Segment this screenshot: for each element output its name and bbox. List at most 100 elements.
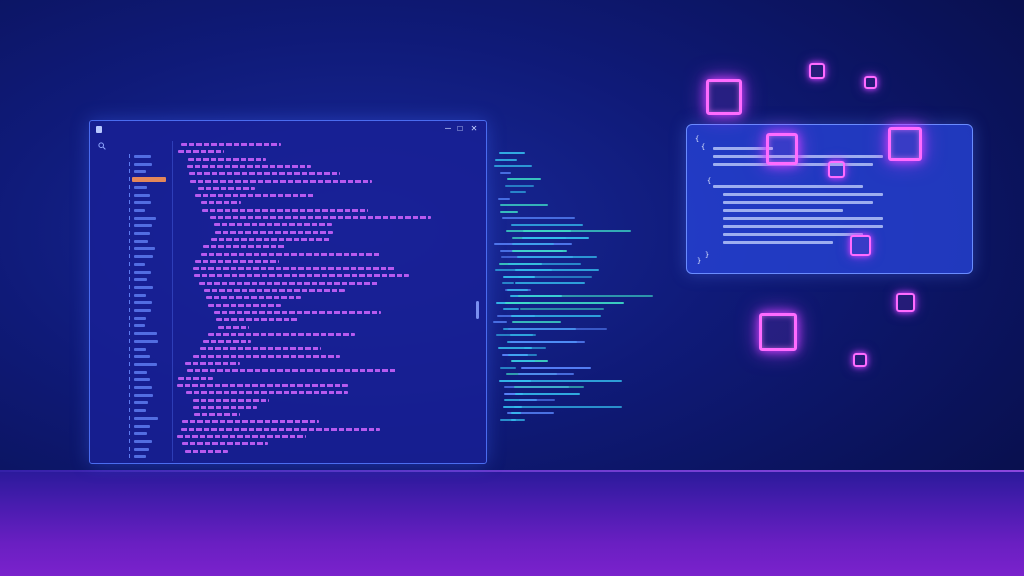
code-line: [194, 274, 409, 278]
code-editor-window[interactable]: — ☐ ✕: [89, 120, 487, 464]
sidebar-file-row[interactable]: [92, 330, 170, 337]
sidebar-file-row[interactable]: [92, 384, 170, 391]
code-line: [185, 362, 240, 365]
sidebar-file-row[interactable]: [92, 453, 170, 460]
floating-code-line: [515, 269, 599, 271]
sidebar-file-row[interactable]: [92, 161, 170, 168]
floating-code-line: [500, 204, 548, 206]
sidebar-file-row[interactable]: [92, 315, 170, 322]
glowing-cube: [888, 127, 922, 161]
sidebar-file-row[interactable]: [92, 184, 170, 191]
floor-glow: [0, 470, 1024, 576]
sidebar-file-row[interactable]: [92, 430, 170, 437]
sidebar-file-row[interactable]: [92, 207, 170, 214]
sidebar-file-row[interactable]: [92, 322, 170, 329]
maximize-button[interactable]: ☐: [457, 123, 463, 135]
code-editor-pane[interactable]: [174, 141, 480, 461]
floating-code-line: [523, 230, 631, 232]
sidebar-file-row[interactable]: [92, 353, 170, 360]
file-name-glyphs: [134, 378, 150, 382]
sidebar-file-row[interactable]: [92, 199, 170, 206]
code-line: [198, 186, 255, 190]
sidebar-file-row[interactable]: [92, 392, 170, 399]
sidebar-file-row[interactable]: [92, 284, 170, 291]
floating-code-line: [510, 379, 622, 382]
sidebar-file-row[interactable]: [92, 438, 170, 445]
sidebar-file-row[interactable]: [92, 269, 170, 276]
sidebar-file-row[interactable]: [92, 338, 170, 345]
sidebar-file-row[interactable]: [92, 168, 170, 175]
tree-guide: [129, 377, 133, 382]
floating-code-line: [507, 178, 541, 180]
panel-code-line: [723, 225, 883, 228]
code-line: [177, 383, 348, 387]
tree-guide: [129, 400, 133, 405]
code-line: [214, 310, 381, 314]
title-bar[interactable]: — ☐ ✕: [90, 121, 486, 139]
minimize-button[interactable]: —: [445, 123, 451, 135]
file-name-glyphs: [134, 224, 152, 228]
close-button[interactable]: ✕: [471, 123, 477, 135]
sidebar-file-row[interactable]: [92, 369, 170, 376]
file-name-glyphs: [134, 262, 145, 266]
file-name-glyphs: [134, 247, 155, 251]
floating-code-line: [515, 392, 580, 395]
sidebar-file-row[interactable]: [92, 276, 170, 283]
panel-code-line: [713, 185, 863, 188]
file-name-glyphs: [134, 255, 153, 259]
panel-code-line: [723, 193, 883, 196]
code-line: [177, 435, 306, 438]
code-line: [203, 340, 251, 344]
tree-guide: [129, 431, 133, 436]
floating-code-line: [508, 353, 537, 356]
floating-code-line: [500, 210, 518, 213]
file-name-glyphs: [134, 170, 146, 174]
floating-code-line: [522, 236, 589, 239]
sidebar-file-row[interactable]: [92, 346, 170, 353]
editor-scrollbar[interactable]: [476, 301, 479, 319]
sidebar-file-row[interactable]: [92, 376, 170, 383]
sidebar-file-row[interactable]: [92, 399, 170, 406]
brace-glyph: {: [707, 177, 712, 185]
sidebar-file-row[interactable]: [92, 407, 170, 414]
file-name-glyphs: [134, 293, 146, 297]
tree-guide: [129, 354, 133, 359]
file-name-glyphs: [134, 416, 158, 420]
sidebar-file-row[interactable]: [92, 238, 170, 245]
code-line: [178, 376, 213, 380]
floating-code-line: [511, 223, 583, 226]
glowing-cube: [828, 161, 845, 178]
file-name-glyphs: [134, 409, 146, 413]
sidebar-file-row[interactable]: [92, 446, 170, 453]
file-explorer-sidebar[interactable]: [92, 141, 173, 461]
glowing-cube: [759, 313, 797, 351]
sidebar-file-row[interactable]: [92, 245, 170, 252]
sidebar-file-row[interactable]: [92, 361, 170, 368]
glowing-cube: [706, 79, 742, 115]
sidebar-file-row[interactable]: [92, 261, 170, 268]
floating-code-line: [502, 217, 575, 219]
tree-guide: [129, 346, 133, 351]
sidebar-file-row[interactable]: [92, 222, 170, 229]
sidebar-file-row[interactable]: [92, 292, 170, 299]
sidebar-file-row[interactable]: [92, 415, 170, 422]
sidebar-file-row[interactable]: [92, 423, 170, 430]
sidebar-file-row[interactable]: [92, 307, 170, 314]
sidebar-file-row[interactable]: [92, 299, 170, 306]
tree-guide: [129, 308, 133, 312]
file-name-glyphs: [134, 201, 151, 205]
sidebar-file-row[interactable]: [92, 230, 170, 237]
sidebar-file-row[interactable]: [92, 176, 170, 183]
sidebar-file-row[interactable]: [92, 192, 170, 199]
search-icon[interactable]: [98, 142, 106, 150]
sidebar-file-row[interactable]: [92, 153, 170, 160]
floating-code-line: [503, 308, 519, 310]
code-line: [208, 332, 355, 336]
code-line: [200, 347, 321, 351]
sidebar-file-row[interactable]: [92, 215, 170, 222]
tree-guide: [129, 223, 133, 228]
tree-guide: [129, 369, 133, 374]
sidebar-file-row[interactable]: [92, 253, 170, 260]
tree-guide: [129, 254, 133, 259]
file-name-glyphs: [134, 432, 147, 436]
